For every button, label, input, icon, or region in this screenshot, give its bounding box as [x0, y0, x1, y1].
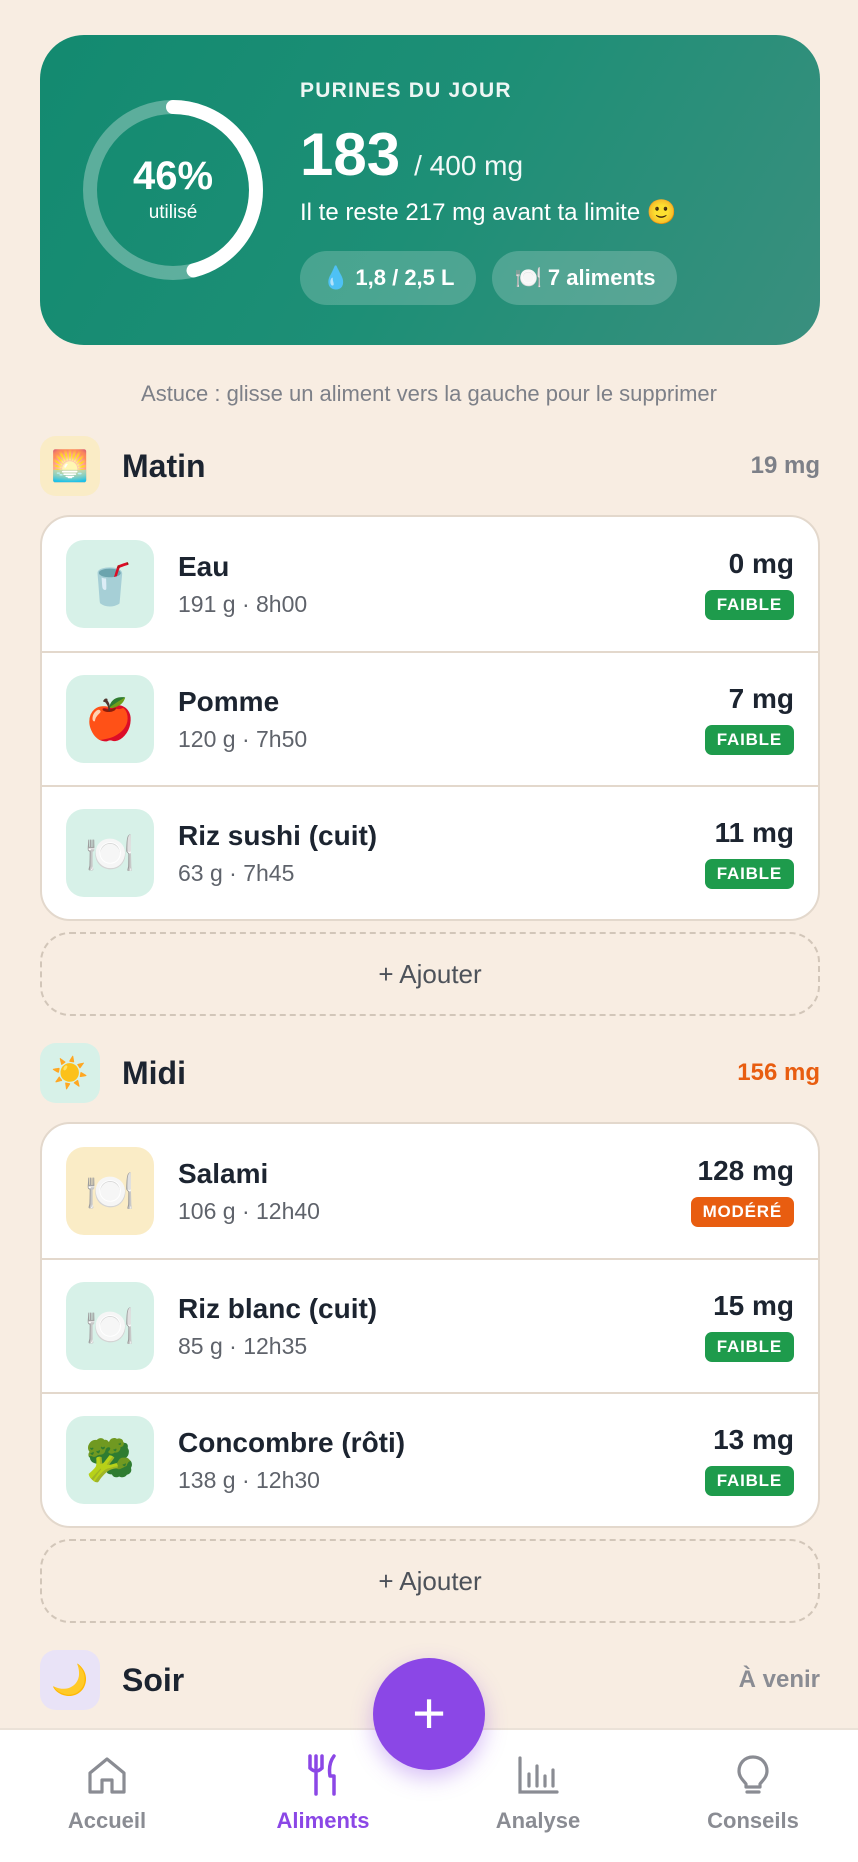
lightbulb-icon	[737, 1755, 769, 1794]
remaining-message: Il te reste 217 mg avant ta limite 🙂	[300, 199, 677, 226]
food-name: Concombre (rôti)	[178, 1426, 406, 1458]
nav-item-analyse[interactable]: Analyse	[458, 1730, 618, 1862]
food-name: Riz sushi (cuit)	[178, 819, 378, 851]
water-chip[interactable]: 💧 1,8 / 2,5 L	[300, 251, 477, 305]
food-row[interactable]: 🍎 Pomme 120 g · 7h50 7 mg FAIBLE	[42, 651, 818, 785]
food-row[interactable]: 🍽️ Salami 106 g · 12h40 128 mg MODÉRÉ	[42, 1124, 818, 1258]
level-badge: MODÉRÉ	[690, 1197, 794, 1227]
level-badge: FAIBLE	[704, 1332, 794, 1362]
nav-label: Accueil	[67, 1808, 147, 1833]
swipe-tip: Astuce : glisse un aliment vers la gauch…	[141, 381, 717, 406]
usage-percent: 46%	[132, 154, 214, 198]
nav-label: Conseils	[707, 1808, 799, 1833]
apple-icon: 🍎	[66, 675, 154, 763]
nav-item-conseils[interactable]: Conseils	[673, 1730, 833, 1862]
food-name: Salami	[178, 1157, 269, 1189]
food-meta: 138 g · 12h30	[178, 1466, 320, 1493]
food-list-midi: 🍽️ Salami 106 g · 12h40 128 mg MODÉRÉ 🍽️…	[40, 1122, 820, 1528]
nav-item-accueil[interactable]: Accueil	[27, 1730, 187, 1862]
food-list-matin: 🥤 Eau 191 g · 8h00 0 mg FAIBLE 🍎 Pomme 1…	[40, 515, 820, 921]
section-header-midi: ☀️ Midi 156 mg	[40, 1040, 820, 1106]
summary-value: 183 / 400 mg	[300, 125, 523, 185]
moon-icon: 🌙	[40, 1650, 100, 1710]
food-name: Eau	[178, 550, 230, 582]
nav-label: Analyse	[495, 1808, 581, 1833]
level-badge: FAIBLE	[704, 725, 794, 755]
bar-chart-icon	[518, 1756, 559, 1794]
plate-icon: 🍽️	[66, 809, 154, 897]
level-badge: FAIBLE	[704, 1466, 794, 1496]
food-meta: 63 g · 7h45	[178, 859, 295, 886]
cup-icon: 🥤	[66, 540, 154, 628]
food-meta: 120 g · 7h50	[178, 725, 308, 752]
daily-summary-card: 46% utilisé PURINES DU JOUR 183 / 400 mg…	[40, 35, 820, 345]
usage-percent-label: utilisé	[148, 202, 198, 223]
food-purine: 7 mg	[728, 683, 794, 714]
level-badge: FAIBLE	[704, 590, 794, 620]
food-row[interactable]: 🍽️ Riz blanc (cuit) 85 g · 12h35 15 mg F…	[42, 1258, 818, 1392]
food-row[interactable]: 🥤 Eau 191 g · 8h00 0 mg FAIBLE	[42, 517, 818, 651]
level-badge: FAIBLE	[704, 859, 794, 889]
home-icon	[88, 1757, 126, 1794]
food-purine: 13 mg	[713, 1424, 794, 1455]
food-name: Riz blanc (cuit)	[178, 1292, 378, 1324]
add-fab-button[interactable]: +	[373, 1658, 485, 1770]
purine-total: 183	[300, 121, 401, 188]
summary-label: PURINES DU JOUR	[300, 79, 512, 102]
section-header-matin: 🌅 Matin 19 mg	[40, 433, 820, 499]
add-food-button-matin[interactable]: + Ajouter	[40, 932, 820, 1016]
foods-count-chip[interactable]: 🍽️ 7 aliments	[492, 251, 678, 305]
water-drop-icon: 💧	[322, 265, 350, 290]
food-meta: 106 g · 12h40	[178, 1197, 320, 1224]
food-purine: 128 mg	[697, 1155, 795, 1186]
section-title: Matin	[122, 447, 206, 484]
section-total: 19 mg	[750, 452, 820, 479]
food-purine: 11 mg	[714, 817, 794, 848]
usage-ring: 46% utilisé	[80, 97, 266, 283]
plate-icon: 🍽️	[66, 1282, 154, 1370]
food-row[interactable]: 🍽️ Riz sushi (cuit) 63 g · 7h45 11 mg FA…	[42, 785, 818, 919]
plate-icon: 🍽️	[514, 265, 542, 290]
purine-limit: / 400 mg	[414, 150, 524, 181]
sunrise-icon: 🌅	[40, 436, 100, 496]
utensils-icon	[308, 1754, 336, 1796]
foods-count-label: 7 aliments	[547, 265, 656, 290]
water-chip-label: 1,8 / 2,5 L	[355, 265, 455, 290]
food-name: Pomme	[178, 685, 280, 717]
broccoli-icon: 🥦	[66, 1416, 154, 1504]
nav-label: Aliments	[276, 1808, 370, 1833]
section-title: Midi	[122, 1054, 186, 1091]
nav-item-aliments[interactable]: Aliments	[243, 1730, 403, 1862]
food-purine: 0 mg	[728, 548, 794, 579]
food-meta: 85 g · 12h35	[178, 1332, 308, 1359]
food-row[interactable]: 🥦 Concombre (rôti) 138 g · 12h30 13 mg F…	[42, 1392, 818, 1526]
plate-icon: 🍽️	[66, 1147, 154, 1235]
food-purine: 15 mg	[713, 1290, 794, 1321]
section-status: À venir	[738, 1666, 820, 1693]
section-total: 156 mg	[737, 1059, 820, 1086]
sun-icon: ☀️	[40, 1043, 100, 1103]
food-meta: 191 g · 8h00	[178, 590, 308, 617]
add-food-button-midi[interactable]: + Ajouter	[40, 1539, 820, 1623]
